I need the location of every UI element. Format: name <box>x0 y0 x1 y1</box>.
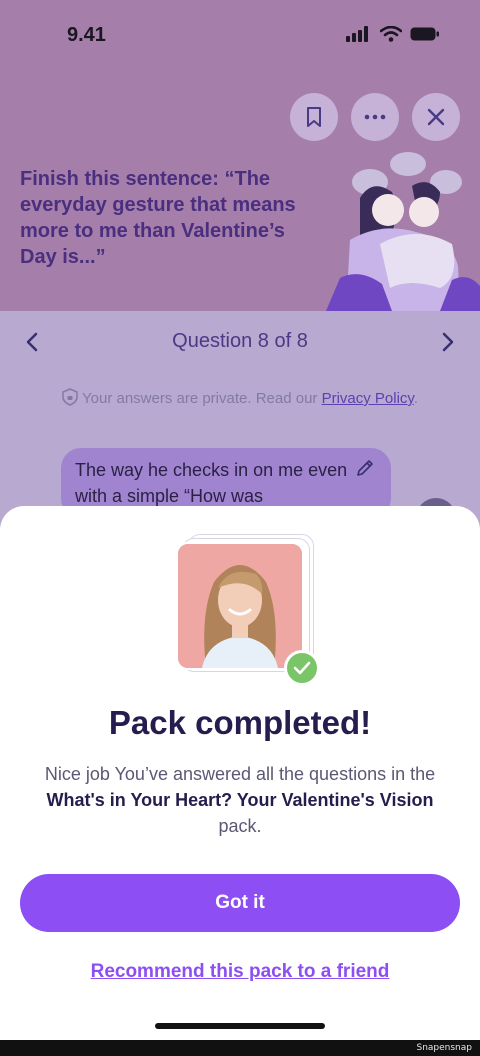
recommend-pack-link[interactable]: Recommend this pack to a friend <box>0 961 480 983</box>
woman-portrait-image <box>178 544 302 668</box>
status-bar: 9.41 <box>0 0 480 70</box>
privacy-policy-link[interactable]: Privacy Policy <box>322 390 414 407</box>
privacy-text: Your answers are private. Read our <box>82 390 322 407</box>
wifi-icon <box>380 26 402 42</box>
close-button[interactable] <box>412 93 460 141</box>
signal-icon <box>346 26 368 42</box>
got-it-button[interactable]: Got it <box>20 874 460 932</box>
pack-name: What's in Your Heart? Your Valentine's V… <box>46 790 434 810</box>
bookmark-button[interactable] <box>290 93 338 141</box>
more-options-button[interactable] <box>351 93 399 141</box>
completed-badge <box>284 650 320 686</box>
shield-icon <box>62 388 78 406</box>
question-header: 9.41 Finish this sentence: “The everyday… <box>0 0 480 311</box>
chevron-right-icon[interactable] <box>434 329 460 355</box>
home-indicator <box>155 1023 325 1029</box>
question-prompt: Finish this sentence: “The everyday gest… <box>20 168 296 268</box>
status-time: 9.41 <box>67 24 106 46</box>
watermark: Snapensnap <box>416 1043 472 1053</box>
completion-message: Nice job You’ve answered all the questio… <box>36 761 444 839</box>
footer-bar <box>0 1040 480 1056</box>
privacy-suffix: . <box>413 390 418 407</box>
close-icon <box>427 108 445 126</box>
more-icon <box>364 114 386 120</box>
completion-title: Pack completed! <box>108 704 372 741</box>
completion-message-suffix: pack. <box>218 816 262 836</box>
battery-icon <box>410 27 439 41</box>
answer-text: The way he checks in on me even with a s… <box>75 460 348 506</box>
completion-message-prefix: Nice job You’ve answered all the questio… <box>44 764 436 784</box>
check-icon <box>293 661 311 675</box>
privacy-notice: Your answers are private. Read our Priva… <box>0 388 480 407</box>
question-navigation: Question 8 of 8 <box>0 311 480 371</box>
couple-illustration <box>326 152 480 311</box>
pencil-icon[interactable] <box>355 458 375 478</box>
bookmark-icon <box>307 107 321 127</box>
question-counter: Question 8 of 8 <box>172 329 308 352</box>
pack-photo <box>176 542 304 670</box>
status-icons <box>346 26 440 42</box>
chevron-left-icon[interactable] <box>20 329 46 355</box>
